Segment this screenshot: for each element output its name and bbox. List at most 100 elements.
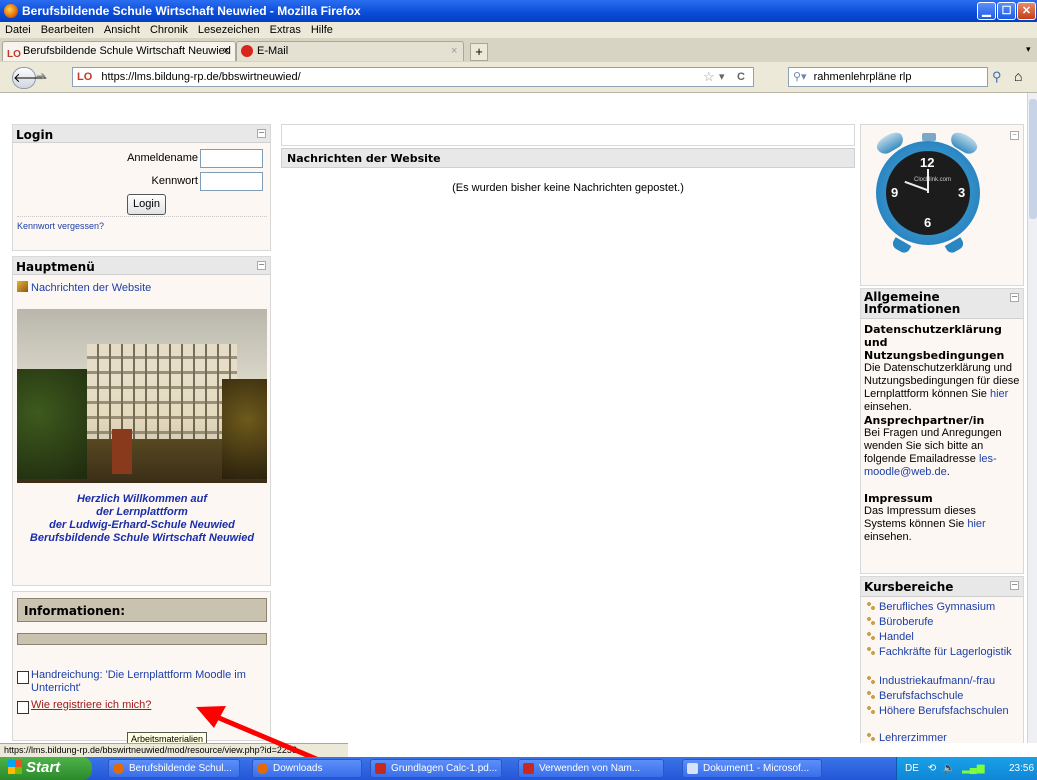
category-icon — [866, 732, 876, 742]
collapse-icon[interactable]: − — [1010, 131, 1019, 140]
menu-bearbeiten[interactable]: Bearbeiten — [41, 24, 94, 36]
taskbar-item-word[interactable]: Dokument1 - Microsof... — [682, 759, 822, 778]
privacy-link[interactable]: hier — [990, 388, 1008, 400]
contact-heading: Ansprechpartner/in — [864, 414, 985, 427]
resource-item[interactable]: Handreichung: 'Die Lernplattform Moodle … — [17, 669, 267, 695]
mainmenu-title: Hauptmenü — [16, 260, 95, 274]
menu-ansicht[interactable]: Ansicht — [104, 24, 140, 36]
category-label[interactable]: Höhere Berufsfachschulen — [879, 705, 1009, 717]
forward-arrow-icon[interactable]: ➔ — [36, 69, 46, 83]
login-button[interactable]: Login — [127, 194, 166, 215]
category-label[interactable]: Büroberufe — [879, 616, 933, 628]
url-bar[interactable]: LO https://lms.bildung-rp.de/bbswirtneuw… — [72, 67, 754, 87]
resource-link[interactable]: Handreichung: 'Die Lernplattform Moodle … — [31, 669, 267, 695]
back-arrow-icon[interactable]: 🡐 — [12, 67, 48, 89]
block-header: Allgemeine Informationen − — [861, 289, 1023, 319]
tab-close-icon[interactable]: × — [451, 42, 457, 61]
course-categories-block: Kursbereiche − Berufliches Gymnasium Bür… — [860, 576, 1024, 743]
category-item[interactable]: Handel — [866, 631, 914, 643]
news-forum-item[interactable]: Nachrichten der Website — [17, 281, 151, 294]
news-forum-link[interactable]: Nachrichten der Website — [31, 282, 151, 294]
tab-bbs[interactable]: LO Berufsbildende Schule Wirtschaft Neuw… — [2, 41, 236, 61]
collapse-icon[interactable]: − — [257, 129, 266, 138]
clock-num-3: 3 — [958, 185, 966, 200]
tab-email[interactable]: E-Mail × — [236, 41, 464, 61]
forgot-password-link[interactable]: Kennwort vergessen? — [17, 221, 104, 231]
task-label: Dokument1 - Microsof... — [703, 763, 810, 774]
search-magnifier-icon[interactable]: ⚲ — [992, 69, 1002, 85]
category-label[interactable]: Industriekaufmann/-frau — [879, 675, 995, 687]
scrollbar-thumb[interactable] — [1029, 99, 1037, 219]
menu-lesezeichen[interactable]: Lesezeichen — [198, 24, 260, 36]
tab-close-icon[interactable]: × — [223, 42, 229, 61]
resource-link[interactable]: Wie registriere ich mich? — [31, 699, 151, 711]
information-title: Informationen: — [17, 598, 267, 622]
menu-datei[interactable]: Datei — [5, 24, 31, 36]
window-title-bar[interactable]: Berufsbildende Schule Wirtschaft Neuwied… — [0, 0, 1037, 22]
username-label: Anmeldename — [127, 152, 198, 164]
clock-time[interactable]: 23:56 — [1009, 757, 1034, 780]
taskbar-item-firefox[interactable]: Berufsbildende Schul... — [108, 759, 240, 778]
volume-icon[interactable]: 🔈 — [943, 763, 955, 774]
tab-bar: LO Berufsbildende Schule Wirtschaft Neuw… — [0, 38, 1037, 63]
menu-hilfe[interactable]: Hilfe — [311, 24, 333, 36]
privacy-heading: Datenschutzerklärung und Nutzungsbedingu… — [864, 323, 1005, 362]
pdf-icon — [523, 763, 534, 774]
reload-icon[interactable]: C — [737, 68, 745, 86]
collapse-icon[interactable]: − — [257, 261, 266, 270]
category-label[interactable]: Fachkräfte für Lagerlogistik — [879, 646, 1012, 658]
category-label[interactable]: Handel — [879, 631, 914, 643]
network-icon[interactable]: ⟲ — [928, 763, 936, 774]
password-input[interactable] — [200, 172, 263, 191]
language-indicator[interactable]: DE — [905, 763, 919, 774]
category-item[interactable]: Höhere Berufsfachschulen — [866, 705, 1016, 717]
search-input[interactable]: ⚲▾ rahmenlehrpläne rlp — [788, 67, 988, 87]
welcome-text: Herzlich Willkommen auf der Lernplattfor… — [17, 493, 267, 545]
system-tray: DE ⟲ 🔈 ▂▄▆ 23:56 — [896, 757, 1037, 780]
dropdown-chevron-down-icon[interactable]: ▾ — [719, 68, 725, 86]
school-photo — [17, 309, 267, 483]
tab-list-chevron-down-icon[interactable]: ▾ — [1026, 44, 1031, 55]
close-window-button[interactable]: ✕ — [1017, 2, 1036, 20]
news-title: Nachrichten der Website — [281, 148, 855, 168]
username-input[interactable] — [200, 149, 263, 168]
category-label[interactable]: Berufliches Gymnasium — [879, 601, 995, 613]
search-engine-icon[interactable]: ⚲▾ — [793, 71, 807, 83]
category-icon — [866, 601, 876, 611]
category-item[interactable]: Industriekaufmann/-frau — [866, 675, 995, 687]
bookmark-star-icon[interactable]: ☆ — [703, 68, 715, 86]
menu-extras[interactable]: Extras — [270, 24, 301, 36]
category-item[interactable]: Büroberufe — [866, 616, 933, 628]
category-item[interactable]: Berufliches Gymnasium — [866, 601, 995, 613]
category-icon — [866, 646, 876, 656]
page-scrollbar[interactable] — [1027, 93, 1037, 743]
resource-item[interactable]: Wie registriere ich mich? — [17, 699, 267, 714]
category-item[interactable]: Berufsfachschule — [866, 690, 963, 702]
navigation-bar: 🡐 ➔ LO https://lms.bildung-rp.de/bbswirt… — [0, 62, 1037, 93]
collapse-icon[interactable]: − — [1010, 581, 1019, 590]
taskbar-item-pdf[interactable]: Verwenden von Nam... — [518, 759, 664, 778]
taskbar-item-calc-pdf[interactable]: Grundlagen Calc-1.pd... — [370, 759, 502, 778]
home-icon[interactable]: ⌂ — [1014, 68, 1022, 84]
login-title: Login — [16, 128, 54, 142]
start-button[interactable]: Start — [0, 757, 92, 780]
windows-logo-icon — [8, 760, 22, 774]
welcome-line-2: der Lernplattform — [96, 506, 188, 518]
collapse-icon[interactable]: − — [1010, 293, 1019, 302]
welcome-line-1: Herzlich Willkommen auf — [76, 493, 208, 505]
category-item[interactable]: Fachkräfte für Lagerlogistik — [866, 646, 1016, 658]
impressum-link[interactable]: hier — [967, 518, 985, 530]
tooltip: Arbeitsmaterialien — [127, 732, 208, 743]
category-item[interactable]: Lehrerzimmer — [866, 732, 947, 743]
maximize-button[interactable]: ☐ — [997, 2, 1016, 20]
taskbar-item-downloads[interactable]: Downloads — [252, 759, 362, 778]
menu-chronik[interactable]: Chronik — [150, 24, 188, 36]
category-label[interactable]: Berufsfachschule — [879, 690, 963, 702]
new-tab-button[interactable]: + — [470, 43, 488, 61]
minimize-button[interactable]: ▁ — [977, 2, 996, 20]
mail-favicon-icon — [241, 45, 253, 57]
clock-num-9: 9 — [891, 185, 899, 200]
category-icon — [866, 705, 876, 715]
category-label[interactable]: Lehrerzimmer — [879, 732, 947, 743]
information-bar — [17, 633, 267, 645]
